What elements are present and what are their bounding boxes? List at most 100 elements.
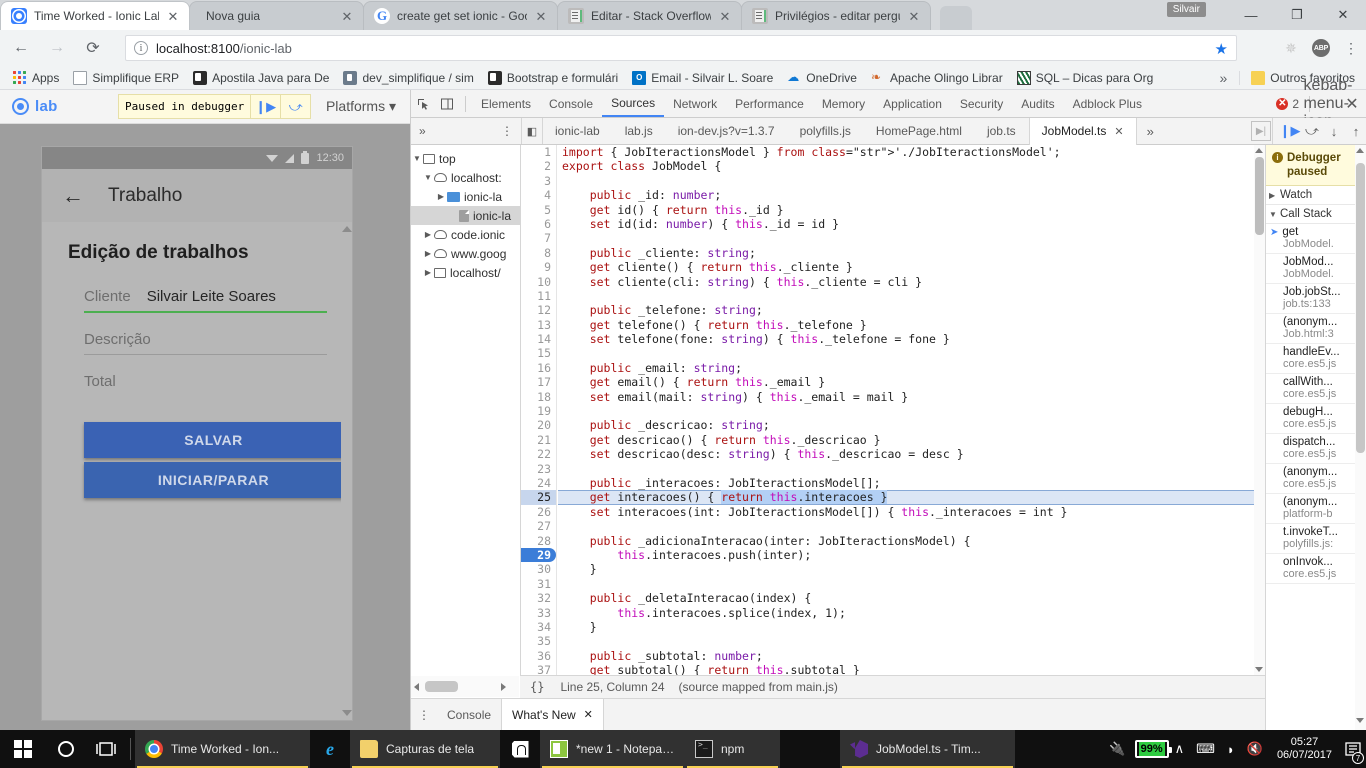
close-icon[interactable]: ✕	[717, 8, 733, 24]
forward-icon[interactable]: →	[42, 33, 72, 63]
close-icon[interactable]: ✕	[906, 8, 922, 24]
line-number[interactable]: 28	[521, 534, 556, 548]
step-over-icon[interactable]: ⤻	[1301, 120, 1323, 142]
call-stack-frame-5[interactable]: callWith... core.es5.js	[1266, 374, 1366, 404]
line-number[interactable]: 9	[521, 260, 556, 274]
line-number[interactable]: 13	[521, 318, 556, 332]
browser-tab-1[interactable]: Nova guia ✕	[189, 1, 364, 30]
line-number[interactable]: 21	[521, 433, 556, 447]
call-stack-frame-0[interactable]: ➤ get JobModel.	[1266, 224, 1366, 254]
tab-audits[interactable]: Audits	[1012, 90, 1063, 117]
line-number[interactable]: 17	[521, 375, 556, 389]
minimize-icon[interactable]: —	[1228, 0, 1274, 30]
section-call-stack[interactable]: ▼ Call Stack	[1266, 205, 1366, 224]
scroll-down-arrow[interactable]	[342, 710, 352, 716]
battery-indicator[interactable]: 99%	[1134, 740, 1172, 758]
close-icon[interactable]: ✕	[165, 8, 181, 24]
step-out-icon[interactable]: ↑	[1345, 120, 1366, 142]
tab-application[interactable]: Application	[874, 90, 951, 117]
line-number[interactable]: 27	[521, 519, 556, 533]
line-number[interactable]: 23	[521, 462, 556, 476]
line-number[interactable]: 26	[521, 505, 556, 519]
resume-icon[interactable]: ❙▶	[250, 95, 280, 118]
twisty-icon[interactable]: ▶	[422, 249, 434, 258]
resume-icon[interactable]: ❙▶	[1279, 120, 1301, 142]
close-window-icon[interactable]: ✕	[1320, 0, 1366, 30]
adblock-plus-icon[interactable]: ABP	[1306, 33, 1336, 63]
bookmark-onedrive[interactable]: ☁ OneDrive	[780, 67, 864, 89]
line-number[interactable]: 16	[521, 361, 556, 375]
line-number[interactable]: 12	[521, 303, 556, 317]
kebab-menu-icon[interactable]: kebab-menu-icon	[1304, 77, 1353, 130]
twisty-icon[interactable]: ▶	[422, 230, 434, 239]
chrome-menu-icon[interactable]: ⋮	[1336, 33, 1366, 63]
twisty-icon[interactable]: ▼	[1269, 210, 1280, 219]
source-tabs-overflow-icon[interactable]: »	[1137, 124, 1164, 139]
tray-overflow-icon[interactable]: ∧	[1169, 741, 1191, 757]
line-number[interactable]: 2	[521, 159, 556, 173]
inspect-element-icon[interactable]	[411, 92, 435, 116]
tree-node-localhost[interactable]: ▼ localhost:	[411, 168, 520, 187]
line-number[interactable]: 30	[521, 562, 556, 576]
scroll-down-arrow[interactable]	[1255, 667, 1263, 672]
back-arrow-icon[interactable]: ←	[62, 184, 84, 207]
call-stack-frame-6[interactable]: debugH... core.es5.js	[1266, 404, 1366, 434]
action-center-icon[interactable]: 7	[1340, 730, 1366, 768]
tab-elements[interactable]: Elements	[472, 90, 540, 117]
line-number[interactable]: 1	[521, 145, 556, 159]
bookmark-apps[interactable]: Apps	[6, 67, 66, 89]
twisty-icon[interactable]: ▶	[435, 192, 447, 201]
line-number[interactable]: 5	[521, 203, 556, 217]
scroll-up-arrow[interactable]	[1255, 148, 1263, 153]
phone-scrollbar[interactable]	[341, 222, 352, 720]
line-number-breakpoint[interactable]: 29	[521, 547, 556, 563]
line-number[interactable]: 31	[521, 577, 556, 591]
scroll-up-arrow[interactable]	[342, 226, 352, 232]
field-total[interactable]: Total	[84, 373, 326, 396]
taskbar-app-explorer[interactable]: Capturas de tela	[350, 730, 500, 768]
site-info-icon[interactable]: i	[134, 41, 148, 55]
cortana-circle-icon[interactable]	[46, 730, 86, 768]
browser-tab-3[interactable]: Editar - Stack Overflow e ✕	[557, 1, 742, 30]
line-number[interactable]: 4	[521, 188, 556, 202]
drawer-kebab-icon[interactable]: ⋮	[411, 708, 437, 722]
line-number[interactable]: 14	[521, 332, 556, 346]
tree-node-localhost-2[interactable]: ▶ localhost/	[411, 263, 520, 282]
line-number[interactable]: 24	[521, 476, 556, 490]
call-stack-frame-9[interactable]: (anonym... platform-b	[1266, 494, 1366, 524]
line-number-gutter[interactable]: 1 2 3 4 5 6 7 8 9 10 11 12 13 14 15 16 1…	[521, 145, 557, 675]
source-tab-homepage-html[interactable]: HomePage.html	[864, 118, 975, 144]
tree-node-ionic-lab-folder[interactable]: ▶ ionic-la	[411, 187, 520, 206]
bookmarks-overflow-icon[interactable]: »	[1212, 70, 1236, 86]
line-number[interactable]: 20	[521, 418, 556, 432]
debugger-scrollbar[interactable]	[1355, 145, 1366, 768]
call-stack-frame-7[interactable]: dispatch... core.es5.js	[1266, 434, 1366, 464]
collapse-sidebar-icon[interactable]: ◧	[521, 118, 543, 144]
bookmark-star-icon[interactable]: ★	[1215, 40, 1228, 58]
line-number[interactable]: 37	[521, 663, 556, 675]
field-cliente[interactable]: Cliente Silvair Leite Soares	[84, 288, 327, 313]
close-icon[interactable]: ✕	[339, 8, 355, 24]
step-into-icon[interactable]: ↓	[1323, 120, 1345, 142]
edge-icon[interactable]: e	[310, 730, 350, 768]
tab-console[interactable]: Console	[540, 90, 602, 117]
store-icon[interactable]	[500, 730, 540, 768]
step-over-icon[interactable]: ⤻	[280, 95, 310, 118]
reload-icon[interactable]: ⟳	[78, 33, 108, 63]
bookmark-dev-simplifique[interactable]: dev_simplifique / sim	[336, 67, 480, 89]
tree-node-www-google[interactable]: ▶ www.goog	[411, 244, 520, 263]
navigator-kebab-icon[interactable]: ⋮	[501, 124, 513, 138]
plug-icon[interactable]: 🔌	[1103, 741, 1131, 757]
source-tab-ion-dev-js[interactable]: ion-dev.js?v=1.3.7	[666, 118, 788, 144]
source-tab-ionic-lab[interactable]: ionic-lab	[543, 118, 613, 144]
close-icon[interactable]: ✕	[1340, 92, 1364, 116]
taskbar-app-visualstudio[interactable]: JobModel.ts - Tim...	[840, 730, 1015, 768]
bookmark-bootstrap[interactable]: Bootstrap e formulári	[481, 67, 625, 89]
call-stack-frame-11[interactable]: onInvok... core.es5.js	[1266, 554, 1366, 584]
call-stack-frame-4[interactable]: handleEv... core.es5.js	[1266, 344, 1366, 374]
drawer-tab-console[interactable]: Console	[437, 699, 501, 730]
line-number[interactable]: 7	[521, 231, 556, 245]
scrollbar-thumb[interactable]	[425, 681, 458, 692]
bookmark-email[interactable]: O Email - Silvair L. Soare	[625, 67, 780, 89]
taskbar-clock[interactable]: 05:27 06/07/2017	[1269, 736, 1340, 762]
